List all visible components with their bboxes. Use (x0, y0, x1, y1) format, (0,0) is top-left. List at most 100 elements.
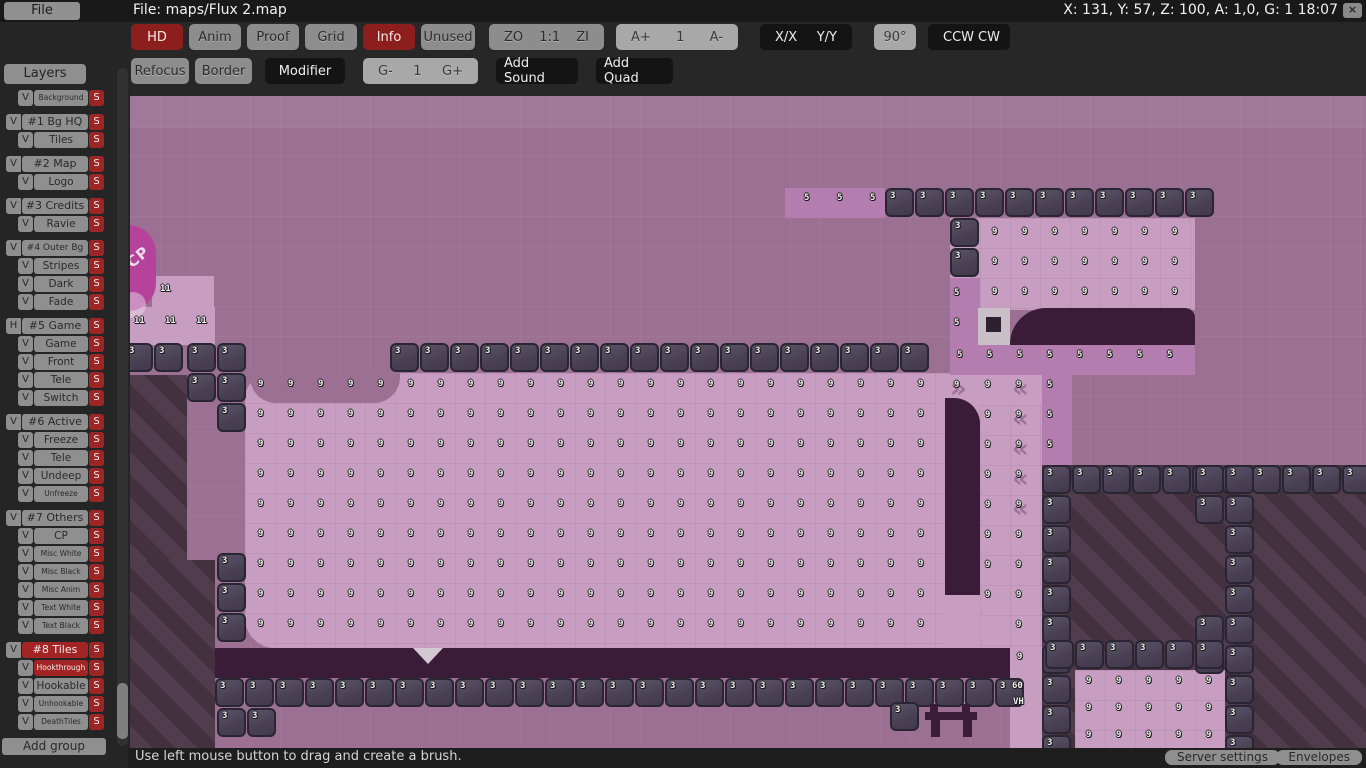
select-all-toggle[interactable]: S (89, 198, 104, 214)
visibility-toggle[interactable]: V (6, 114, 21, 130)
group-row--6-active[interactable]: V#6 ActiveS (6, 414, 104, 430)
visibility-toggle[interactable]: V (18, 714, 33, 730)
group-row--4-outer-bg[interactable]: V#4 Outer BgS (6, 240, 104, 256)
select-all-toggle[interactable]: S (89, 240, 104, 256)
close-icon[interactable]: × (1343, 3, 1362, 18)
layer-row-tele[interactable]: VTeleS (18, 372, 104, 388)
visibility-toggle[interactable]: V (18, 678, 33, 694)
toolbar-button-anim[interactable]: Anim (189, 24, 241, 50)
visibility-toggle[interactable]: V (18, 216, 33, 232)
visibility-toggle[interactable]: V (18, 450, 33, 466)
group-row--1-bg-hq[interactable]: V#1 Bg HQS (6, 114, 104, 130)
layer-row-hookthrough[interactable]: VHookthroughS (18, 660, 104, 676)
layer-row-misc-anim[interactable]: VMisc AnimS (18, 582, 104, 598)
select-all-toggle[interactable]: S (89, 336, 104, 352)
layer-row-text-black[interactable]: VText BlackS (18, 618, 104, 634)
group-row--7-others[interactable]: V#7 OthersS (6, 510, 104, 526)
layer-row-unfreeze[interactable]: VUnfreezeS (18, 486, 104, 502)
visibility-toggle[interactable]: V (18, 486, 33, 502)
visibility-toggle[interactable]: V (18, 528, 33, 544)
toolbar-button-90-[interactable]: 90° (874, 24, 916, 50)
select-all-toggle[interactable]: S (89, 618, 104, 634)
group-row--2-map[interactable]: V#2 MapS (6, 156, 104, 172)
toolbar-button-modifier[interactable]: Modifier (265, 58, 345, 84)
select-all-toggle[interactable]: S (89, 642, 104, 658)
toolbar-button-11[interactable]: 1:1 (537, 30, 562, 45)
layer-row-unhookable[interactable]: VUnhookableS (18, 696, 104, 712)
select-all-toggle[interactable]: S (89, 528, 104, 544)
visibility-toggle[interactable]: V (18, 258, 33, 274)
layer-row-logo[interactable]: VLogoS (18, 174, 104, 190)
select-all-toggle[interactable]: S (89, 714, 104, 730)
select-all-toggle[interactable]: S (89, 582, 104, 598)
select-all-toggle[interactable]: S (89, 468, 104, 484)
select-all-toggle[interactable]: S (89, 414, 104, 430)
server-settings-button[interactable]: Server settings (1165, 750, 1280, 765)
visibility-toggle[interactable]: V (6, 198, 21, 214)
toolbar-button-info[interactable]: Info (363, 24, 415, 50)
visibility-toggle[interactable]: V (18, 390, 33, 406)
layer-row-background[interactable]: VBackgroundS (18, 90, 104, 106)
select-all-toggle[interactable]: S (89, 156, 104, 172)
layer-row-undeep[interactable]: VUndeepS (18, 468, 104, 484)
layer-row-stripes[interactable]: VStripesS (18, 258, 104, 274)
visibility-toggle[interactable]: V (6, 240, 21, 256)
visibility-toggle[interactable]: V (18, 174, 33, 190)
layer-row-switch[interactable]: VSwitchS (18, 390, 104, 406)
layers-scrollbar[interactable] (117, 68, 128, 746)
envelopes-button[interactable]: Envelopes (1276, 750, 1362, 765)
toolbar-button-unused[interactable]: Unused (421, 24, 475, 50)
toolbar-button-1[interactable]: 1 (411, 64, 423, 79)
layer-row-misc-white[interactable]: VMisc WhiteS (18, 546, 104, 562)
select-all-toggle[interactable]: S (89, 354, 104, 370)
layer-row-tele[interactable]: VTeleS (18, 450, 104, 466)
select-all-toggle[interactable]: S (89, 546, 104, 562)
select-all-toggle[interactable]: S (89, 90, 104, 106)
select-all-toggle[interactable]: S (89, 372, 104, 388)
select-all-toggle[interactable]: S (89, 486, 104, 502)
visibility-toggle[interactable]: V (18, 432, 33, 448)
map-canvas[interactable]: 3333333333333333333333333333333333333333… (130, 96, 1366, 748)
toolbar-button-zi[interactable]: ZI (574, 30, 591, 45)
toolbar-button-zo[interactable]: ZO (502, 30, 525, 45)
layer-row-fade[interactable]: VFadeS (18, 294, 104, 310)
toolbar-button-refocus[interactable]: Refocus (131, 58, 189, 84)
visibility-toggle[interactable]: H (6, 318, 21, 334)
select-all-toggle[interactable]: S (89, 678, 104, 694)
toolbar-button-xx[interactable]: X/X (773, 30, 799, 45)
visibility-toggle[interactable]: V (18, 618, 33, 634)
group-row--8-tiles[interactable]: V#8 TilesS (6, 642, 104, 658)
visibility-toggle[interactable]: V (18, 294, 33, 310)
layer-row-dark[interactable]: VDarkS (18, 276, 104, 292)
visibility-toggle[interactable]: V (18, 660, 33, 676)
layer-row-text-white[interactable]: VText WhiteS (18, 600, 104, 616)
visibility-toggle[interactable]: V (18, 276, 33, 292)
scrollbar-handle[interactable] (117, 683, 128, 739)
visibility-toggle[interactable]: V (18, 564, 33, 580)
layer-row-deathtiles[interactable]: VDeathTilesS (18, 714, 104, 730)
visibility-toggle[interactable]: V (6, 642, 21, 658)
visibility-toggle[interactable]: V (18, 546, 33, 562)
toolbar-button-cw[interactable]: CW (976, 30, 1002, 45)
select-all-toggle[interactable]: S (89, 294, 104, 310)
visibility-toggle[interactable]: V (18, 468, 33, 484)
select-all-toggle[interactable]: S (89, 390, 104, 406)
toolbar-button-a[interactable]: A- (708, 30, 725, 45)
select-all-toggle[interactable]: S (89, 510, 104, 526)
select-all-toggle[interactable]: S (89, 174, 104, 190)
select-all-toggle[interactable]: S (89, 132, 104, 148)
layer-row-hookable[interactable]: VHookableS (18, 678, 104, 694)
select-all-toggle[interactable]: S (89, 258, 104, 274)
group-row--3-credits[interactable]: V#3 CreditsS (6, 198, 104, 214)
layer-row-tiles[interactable]: VTilesS (18, 132, 104, 148)
visibility-toggle[interactable]: V (18, 354, 33, 370)
group-row--5-game[interactable]: H#5 GameS (6, 318, 104, 334)
select-all-toggle[interactable]: S (89, 432, 104, 448)
visibility-toggle[interactable]: V (6, 156, 21, 172)
select-all-toggle[interactable]: S (89, 564, 104, 580)
toolbar-button-a[interactable]: A+ (629, 30, 653, 45)
visibility-toggle[interactable]: V (18, 600, 33, 616)
layer-row-ravie[interactable]: VRavieS (18, 216, 104, 232)
visibility-toggle[interactable]: V (6, 510, 21, 526)
layer-row-game[interactable]: VGameS (18, 336, 104, 352)
